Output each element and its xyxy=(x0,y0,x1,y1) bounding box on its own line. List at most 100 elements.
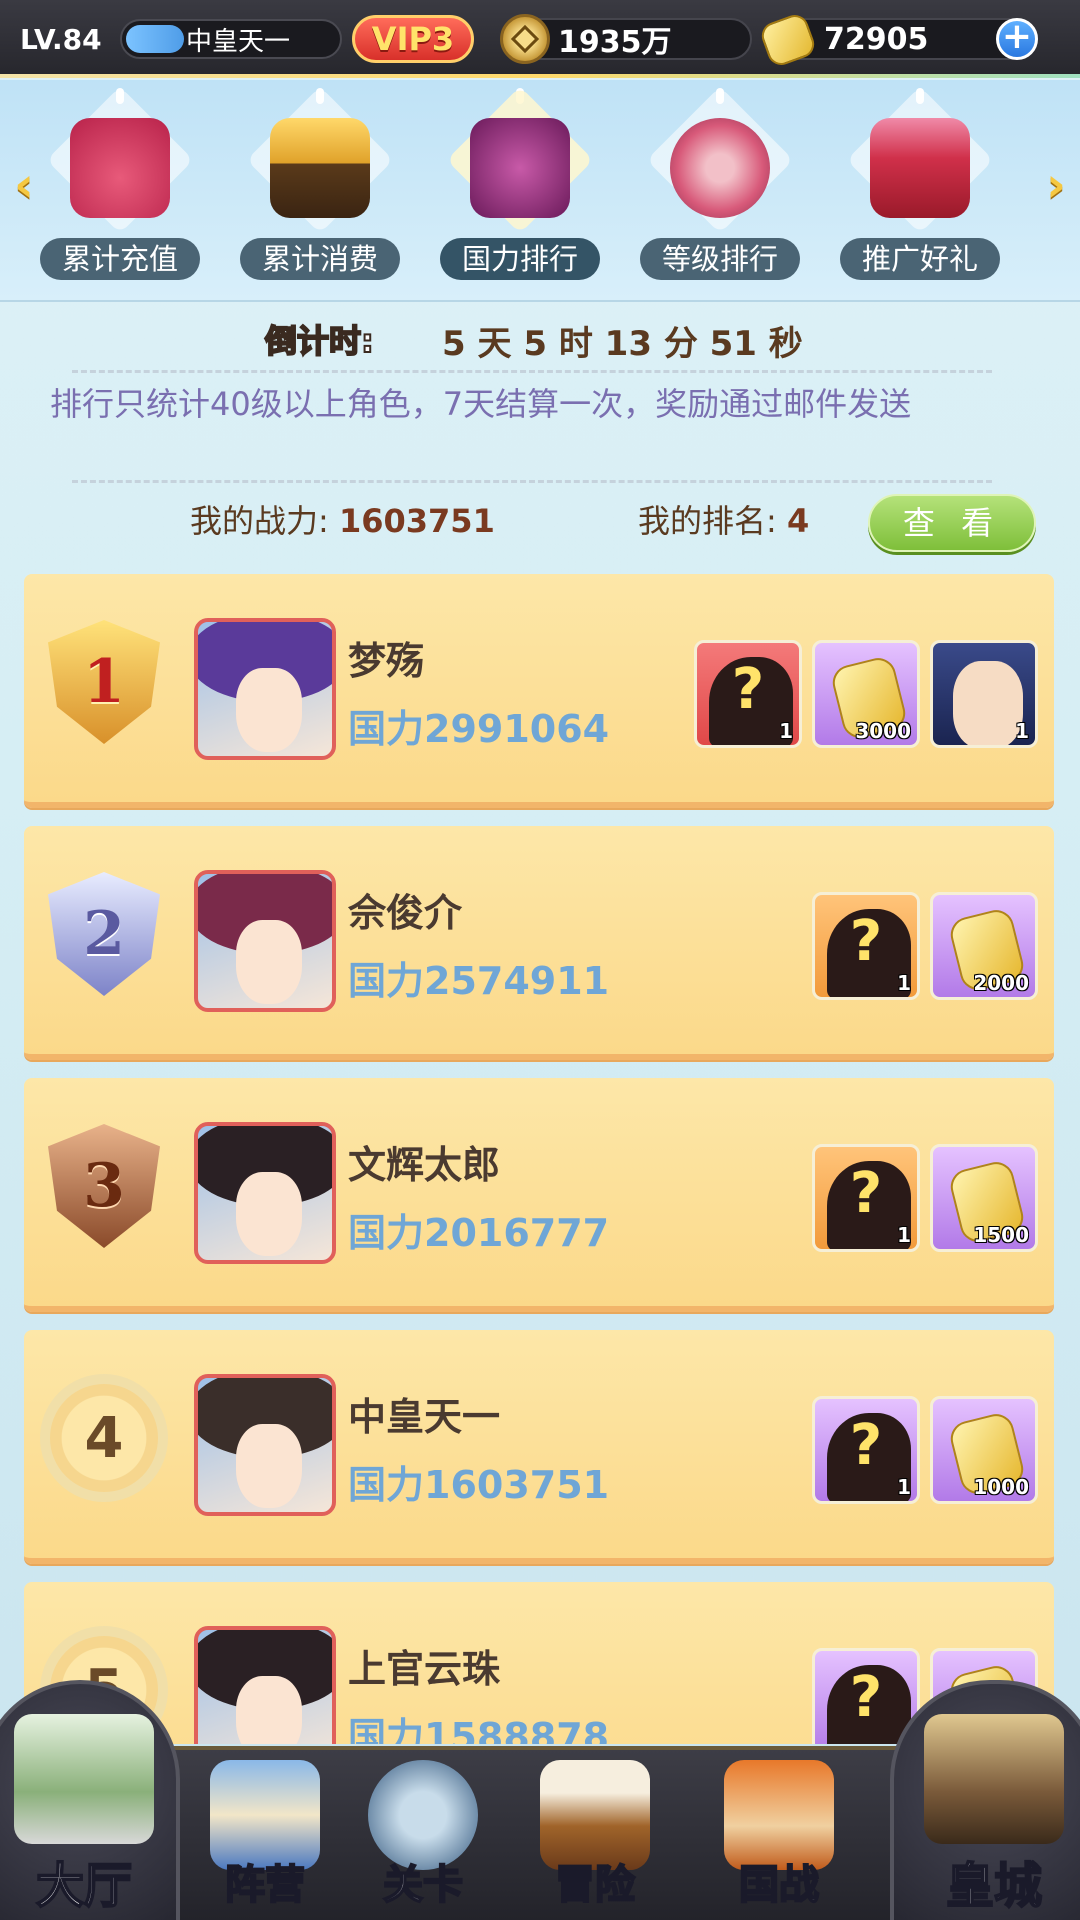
avatar-face xyxy=(236,1172,302,1256)
question-mark-icon: ? xyxy=(849,1413,883,1478)
player-name: 文辉太郎 xyxy=(348,1143,501,1187)
nav-label: 冒险 xyxy=(554,1861,636,1909)
reward-mystery-hero[interactable]: ? 1 xyxy=(812,1396,920,1504)
reward-count: 1 xyxy=(1015,719,1029,743)
player-name: 梦殇 xyxy=(348,639,425,683)
player-name: 中皇天一 xyxy=(186,26,291,57)
reward-gold-bar[interactable]: 1500 xyxy=(930,1144,1038,1252)
reward-mystery-hero[interactable]: ? 1 xyxy=(812,892,920,1000)
player-name-exp-bar[interactable]: 中皇天一 xyxy=(120,19,342,59)
vip-badge[interactable]: VIP3 xyxy=(352,15,474,63)
reward-mystery-hero[interactable]: ? 1 xyxy=(812,1144,920,1252)
nav-label: 大厅 xyxy=(35,1857,133,1915)
nav-label: 关卡 xyxy=(382,1861,464,1909)
reward-gold-bar[interactable]: 1000 xyxy=(930,1396,1038,1504)
nav-label: 皇城 xyxy=(945,1857,1043,1915)
event-promotion-gift[interactable]: 推广好礼 xyxy=(830,86,1010,288)
divider xyxy=(72,370,992,373)
nav-war[interactable]: 国战 xyxy=(704,1750,854,1920)
nav-stage[interactable]: 关卡 xyxy=(348,1750,498,1920)
rank-ring-icon: 4 xyxy=(38,1372,170,1504)
reward-count: 1 xyxy=(897,1223,911,1247)
event-label: 等级排行 xyxy=(640,238,800,280)
my-power-value: 1603751 xyxy=(338,502,495,540)
player-name: 中皇天一 xyxy=(348,1395,501,1439)
question-mark-icon: ? xyxy=(849,1665,883,1730)
reward-count: 2000 xyxy=(973,971,1029,995)
avatar[interactable] xyxy=(194,618,336,760)
rank-number: 4 xyxy=(40,1374,168,1502)
ranking-row[interactable]: 4 中皇天一 国力1603751 ? 1 1000 xyxy=(24,1330,1054,1564)
avatar[interactable] xyxy=(194,1122,336,1264)
money-bag-icon xyxy=(70,118,170,218)
countdown-row: 倒计时: 5 天 5 时 13 分 51 秒 xyxy=(0,312,1080,366)
my-rank-label: 我的排名: xyxy=(638,502,777,540)
silver-medal-icon: 2 xyxy=(38,868,170,1000)
palace-icon xyxy=(924,1714,1064,1844)
nav-imperial-city[interactable]: 皇城 xyxy=(890,1680,1080,1920)
ranking-row[interactable]: 3 文辉太郎 国力2016777 ? 1 1500 xyxy=(24,1078,1054,1312)
my-power: 我的战力: 1603751 xyxy=(190,496,495,542)
crossed-swords-icon xyxy=(670,118,770,218)
reward-mystery-hero[interactable]: ? 1 xyxy=(694,640,802,748)
reward-gold-bar[interactable]: 3000 xyxy=(812,640,920,748)
reward-gold-bar[interactable]: 2000 xyxy=(930,892,1038,1000)
avatar-face xyxy=(236,668,302,752)
nav-camp[interactable]: 阵营 xyxy=(190,1750,340,1920)
gold-bar-icon xyxy=(757,11,819,69)
coin-value: 1935万 xyxy=(558,25,672,60)
player-power: 国力1588878 xyxy=(348,1715,610,1744)
gift-box-icon xyxy=(870,118,970,218)
ranking-row[interactable]: 5 上官云珠 国力1588878 ? xyxy=(24,1582,1054,1744)
event-label: 国力排行 xyxy=(440,238,600,280)
reward-count: 1 xyxy=(897,1475,911,1499)
ranking-list[interactable]: 1 梦殇 国力2991064 ? 1 3000 1 2 佘俊介 国力257491… xyxy=(24,574,1056,1744)
avatar[interactable] xyxy=(194,1626,336,1744)
avatar[interactable] xyxy=(194,1374,336,1516)
gold-value: 72905 xyxy=(824,21,929,57)
nav-adventure[interactable]: 冒险 xyxy=(520,1750,670,1920)
countdown-label: 倒计时: xyxy=(264,321,375,361)
player-power: 国力2016777 xyxy=(348,1211,610,1255)
bronze-medal-icon: 3 xyxy=(38,1120,170,1252)
gold-chest-icon xyxy=(270,118,370,218)
question-mark-icon: ? xyxy=(849,909,883,974)
oni-mask-icon xyxy=(470,118,570,218)
event-cumulative-recharge[interactable]: 累计充值 xyxy=(30,86,210,288)
reward-count: 3000 xyxy=(855,719,911,743)
question-mark-icon: ? xyxy=(731,657,765,722)
my-rank: 我的排名: 4 xyxy=(638,496,809,542)
event-power-ranking[interactable]: 国力排行 xyxy=(430,86,610,288)
event-level-ranking[interactable]: 等级排行 xyxy=(630,86,810,288)
my-rank-value: 4 xyxy=(786,502,810,540)
event-cumulative-spend[interactable]: 累计消费 xyxy=(230,86,410,288)
nav-hall[interactable]: 大厅 xyxy=(0,1680,180,1920)
rank-number: 2 xyxy=(48,872,160,996)
nav-label: 国战 xyxy=(738,1861,820,1909)
divider xyxy=(72,480,992,483)
ranking-rule-text: 排行只统计40级以上角色，7天结算一次，奖励通过邮件发送 xyxy=(50,385,912,423)
coin-icon xyxy=(500,14,550,64)
gold-counter: 72905 + xyxy=(757,11,1038,69)
hero-portrait-icon xyxy=(953,661,1023,745)
view-button[interactable]: 查 看 xyxy=(868,494,1036,552)
coin-counter: 1935万 xyxy=(500,14,752,64)
player-level: LV.84 xyxy=(20,22,102,56)
rank-number: 1 xyxy=(48,620,160,744)
reward-hero-portrait[interactable]: 1 xyxy=(930,640,1038,748)
plus-icon[interactable]: + xyxy=(996,18,1038,60)
question-mark-icon: ? xyxy=(849,1161,883,1226)
event-carousel: ‹ › 累计充值 累计消费 国力排行 等级排行 推广好礼 xyxy=(0,80,1080,302)
reward-count: 1 xyxy=(897,971,911,995)
rank-number: 3 xyxy=(48,1124,160,1248)
chevron-right-icon[interactable]: › xyxy=(1038,160,1074,210)
ranking-row[interactable]: 1 梦殇 国力2991064 ? 1 3000 1 xyxy=(24,574,1054,808)
reward-count: 1500 xyxy=(973,1223,1029,1247)
ranking-row[interactable]: 2 佘俊介 国力2574911 ? 1 2000 xyxy=(24,826,1054,1060)
avatar[interactable] xyxy=(194,870,336,1012)
avatar-face xyxy=(236,1676,302,1744)
player-name: 佘俊介 xyxy=(348,891,463,935)
event-label: 累计充值 xyxy=(40,238,200,280)
countdown-value: 5 天 5 时 13 分 51 秒 xyxy=(442,324,803,364)
reward-count: 1000 xyxy=(973,1475,1029,1499)
